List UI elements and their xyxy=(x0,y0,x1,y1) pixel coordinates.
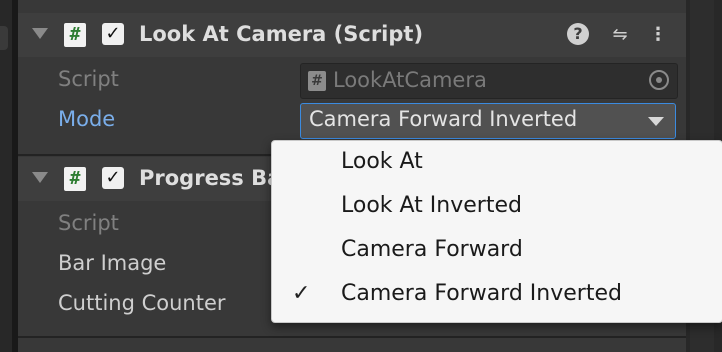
component-header-look-at-camera[interactable]: # ✓ Look At Camera (Script) ? ⇋ ⋮ xyxy=(18,13,686,57)
component-enabled-checkbox[interactable]: ✓ xyxy=(102,167,124,189)
dropdown-arrow-icon xyxy=(648,117,664,126)
script-field-label: Script xyxy=(58,211,119,235)
menu-item-label: Look At Inverted xyxy=(341,193,522,218)
presets-button[interactable]: ⇋ xyxy=(608,23,632,47)
menu-item-look-at[interactable]: Look At xyxy=(272,143,720,187)
presets-sliders-icon: ⇋ xyxy=(612,24,628,45)
kebab-menu-icon: ⋮ xyxy=(649,24,667,45)
mode-dropdown-value: Camera Forward Inverted xyxy=(309,107,578,131)
left-panel-edge xyxy=(0,0,12,352)
bar-image-field-label: Bar Image xyxy=(58,251,167,275)
script-field-value: LookAtCamera xyxy=(333,68,487,92)
csharp-script-icon: # xyxy=(64,167,86,191)
component-title: Progress Ba xyxy=(139,166,282,190)
checkmark-icon: ✓ xyxy=(292,281,311,306)
foldout-arrow-icon[interactable] xyxy=(32,28,48,39)
menu-item-camera-forward-inverted[interactable]: ✓ Camera Forward Inverted xyxy=(272,275,720,319)
script-field-label: Script xyxy=(58,67,119,91)
foldout-arrow-icon[interactable] xyxy=(32,172,48,183)
object-picker-target-icon[interactable] xyxy=(649,70,669,90)
menu-item-label: Camera Forward Inverted xyxy=(341,281,622,306)
menu-item-camera-forward[interactable]: Camera Forward xyxy=(272,231,720,275)
component-menu-button[interactable]: ⋮ xyxy=(646,23,670,47)
component-title: Look At Camera (Script) xyxy=(139,22,424,46)
help-icon: ? xyxy=(567,23,589,45)
menu-item-label: Camera Forward xyxy=(341,237,523,262)
checkmark-icon: ✓ xyxy=(105,167,121,188)
checkmark-icon: ✓ xyxy=(105,23,121,44)
mode-options-menu: Look At Look At Inverted Camera Forward … xyxy=(271,140,722,323)
menu-item-label: Look At xyxy=(341,149,423,174)
left-panel-tab[interactable] xyxy=(0,26,8,50)
cutting-counter-field-label: Cutting Counter xyxy=(58,291,226,315)
help-button[interactable]: ? xyxy=(567,23,591,47)
mode-enum-dropdown[interactable]: Camera Forward Inverted xyxy=(300,103,676,139)
mode-field-label: Mode xyxy=(58,107,116,131)
component-divider xyxy=(18,336,686,338)
script-object-field[interactable]: # LookAtCamera xyxy=(300,63,678,99)
menu-item-look-at-inverted[interactable]: Look At Inverted xyxy=(272,187,720,231)
component-enabled-checkbox[interactable]: ✓ xyxy=(102,23,124,45)
csharp-script-small-icon: # xyxy=(308,71,326,91)
csharp-script-icon: # xyxy=(64,23,86,47)
